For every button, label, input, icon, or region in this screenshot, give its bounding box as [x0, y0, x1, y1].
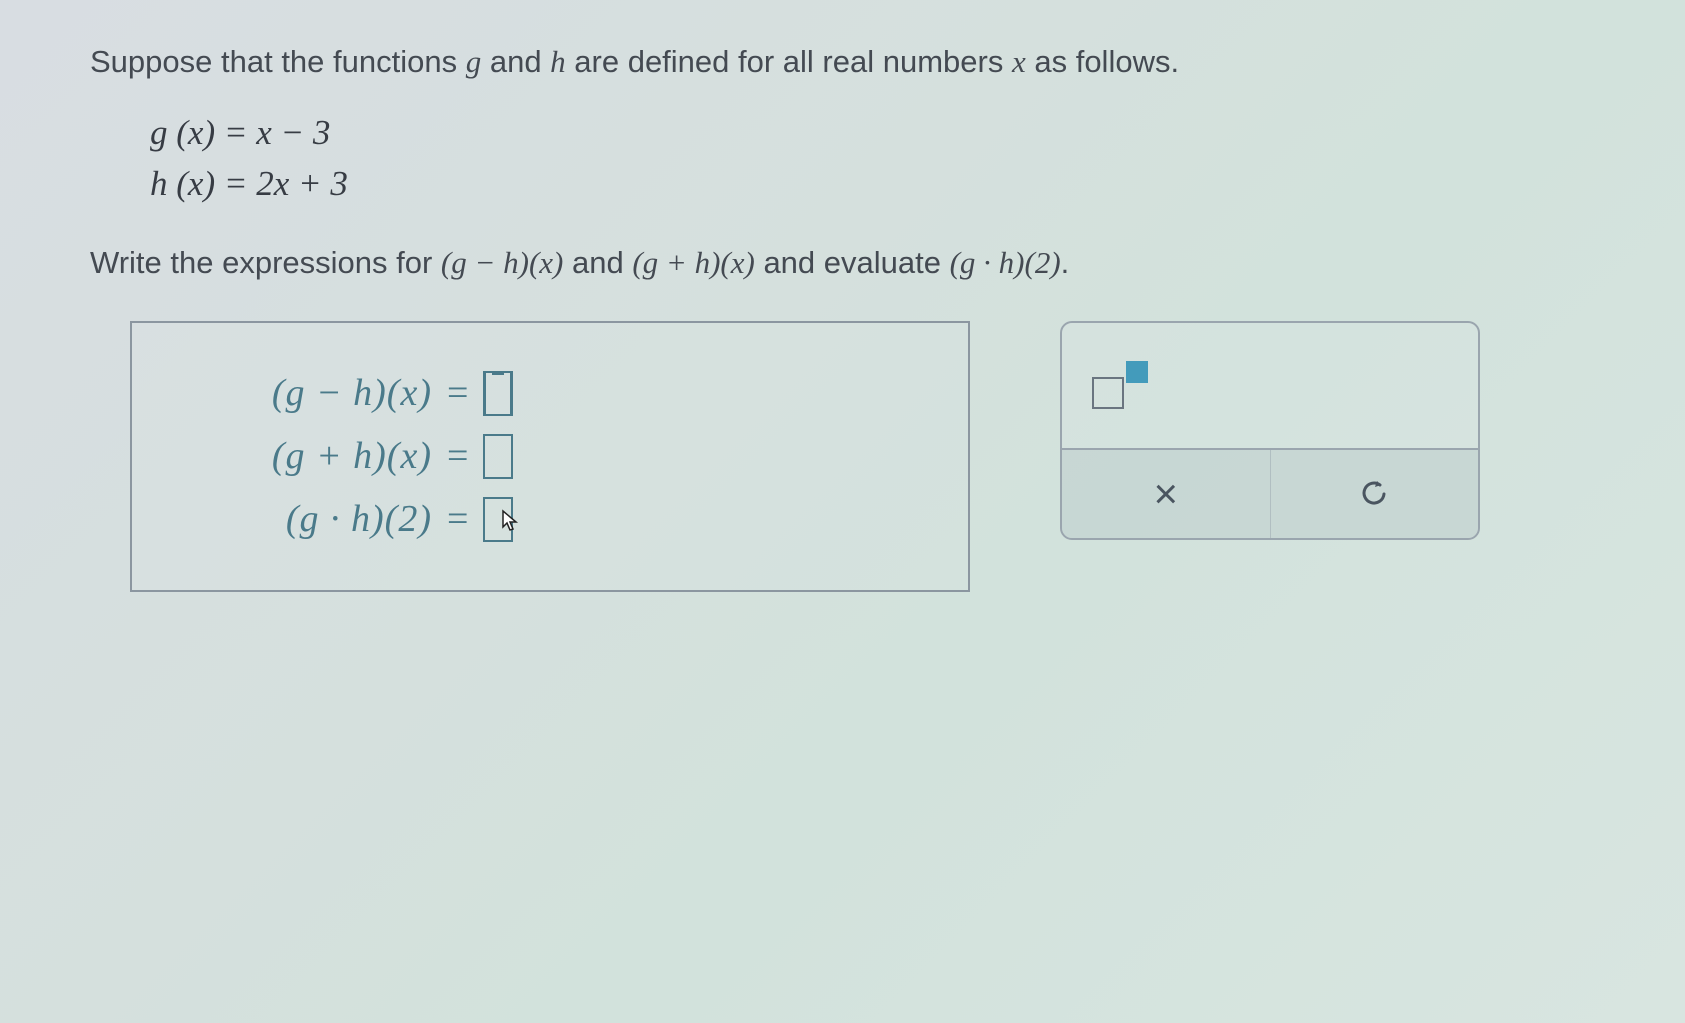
close-icon: ×: [1153, 470, 1178, 518]
answer-3-input[interactable]: [483, 497, 513, 542]
instr-a: Write the expressions for: [90, 245, 441, 280]
exponent-superscript-icon: [1126, 361, 1148, 383]
answer-row-2: (g + h)(x) =: [182, 434, 928, 479]
tool-bottom-row: ×: [1062, 448, 1478, 538]
answer-panel: (g − h)(x) = (g + h)(x) = (g · h)(2) =: [130, 321, 970, 592]
var-x: x: [1012, 44, 1026, 79]
exponent-base-icon: [1092, 377, 1124, 409]
tool-panel: ×: [1060, 321, 1480, 540]
tool-top-row: [1062, 323, 1478, 448]
h-definition: h (x) = 2x + 3: [150, 159, 1595, 210]
clear-button[interactable]: ×: [1062, 450, 1270, 538]
answer-row-3: (g · h)(2) =: [182, 497, 928, 542]
problem-prompt: Suppose that the functions g and h are d…: [90, 40, 1595, 83]
equals-3: =: [447, 497, 468, 541]
exponent-tool-button[interactable]: [1092, 361, 1148, 409]
answer-3-label: (g · h)(2): [182, 497, 432, 541]
instr-expr2: (g + h)(x): [632, 245, 754, 280]
equals-1: =: [447, 371, 468, 415]
answer-row-1: (g − h)(x) =: [182, 371, 928, 416]
instr-expr1: (g − h)(x): [441, 245, 563, 280]
instr-b: and: [563, 245, 632, 280]
reset-button[interactable]: [1270, 450, 1479, 538]
equals-2: =: [447, 434, 468, 478]
g-definition: g (x) = x − 3: [150, 108, 1595, 159]
answer-2-input[interactable]: [483, 434, 513, 479]
reset-icon: [1357, 477, 1391, 511]
instruction-text: Write the expressions for (g − h)(x) and…: [90, 245, 1595, 281]
answer-2-label: (g + h)(x): [182, 434, 432, 478]
prompt-text-b: and: [481, 44, 550, 79]
prompt-text-c: are defined for all real numbers: [566, 44, 1012, 79]
prompt-text-d: as follows.: [1026, 44, 1179, 79]
instr-expr3: (g · h)(2): [950, 245, 1061, 280]
instr-d: .: [1061, 245, 1070, 280]
function-definitions: g (x) = x − 3 h (x) = 2x + 3: [150, 108, 1595, 210]
instr-c: and evaluate: [755, 245, 950, 280]
answer-1-input[interactable]: [483, 371, 513, 416]
cursor-pointer-icon: [501, 509, 521, 533]
answer-1-label: (g − h)(x): [182, 371, 432, 415]
var-h: h: [550, 44, 566, 79]
var-g: g: [466, 44, 482, 79]
prompt-text-a: Suppose that the functions: [90, 44, 466, 79]
